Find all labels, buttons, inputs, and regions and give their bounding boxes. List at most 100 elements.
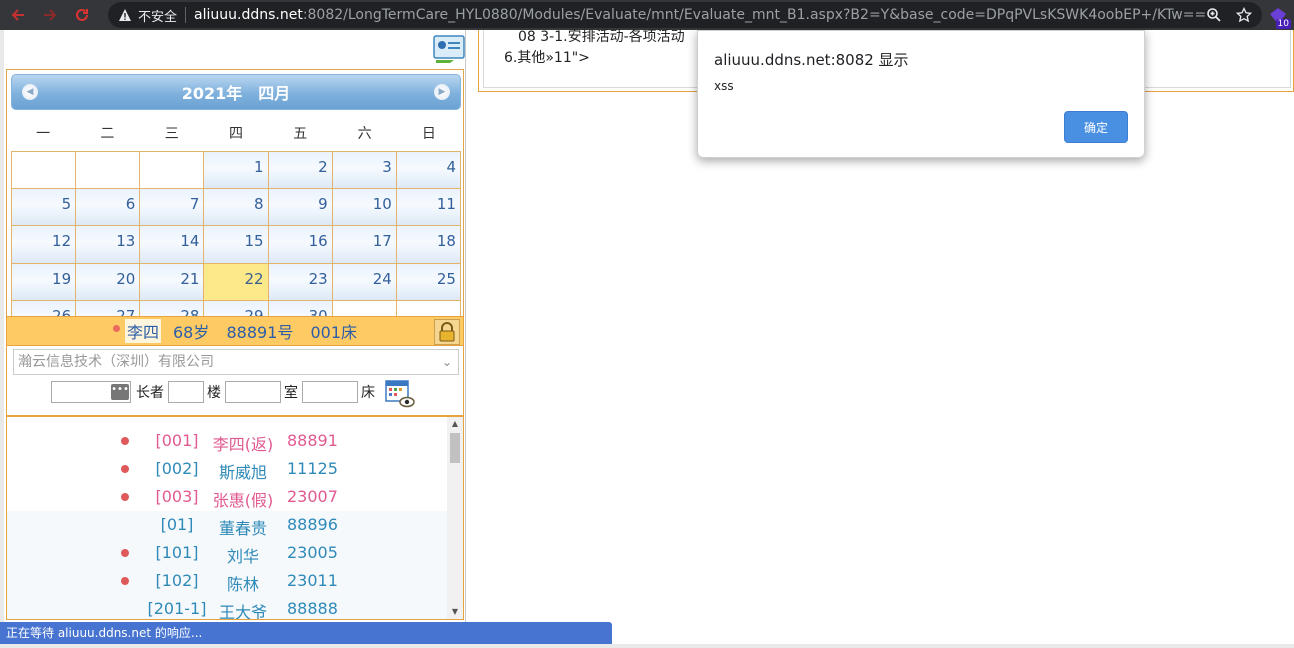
calendar-day[interactable]: 21: [140, 263, 204, 300]
calendar-day[interactable]: 3: [332, 152, 396, 189]
weekday-label: 一: [36, 126, 51, 142]
status-dot-icon: [112, 324, 120, 332]
resident-name: 王大爷: [218, 603, 267, 620]
status-dot-icon: [121, 577, 129, 585]
list-item[interactable]: [102] 陈林 23011: [7, 567, 447, 595]
calendar-day[interactable]: 25: [396, 263, 460, 300]
url-host: aliuuu.ddns.net: [194, 7, 303, 23]
resident-name: 陈林: [226, 575, 259, 594]
weekday-label: 四: [228, 126, 243, 142]
calendar: ◀ 2021年 四月 ▶ 一 二 三 四 五 六 日 1 2 3 4 5 6 7 8 9 10 11 1…: [6, 69, 464, 340]
calendar-day[interactable]: 19: [12, 263, 76, 300]
patient-number: 88891号: [226, 323, 294, 342]
calendar-day[interactable]: 18: [396, 226, 460, 263]
elder-label: 长者: [136, 385, 164, 401]
calendar-day[interactable]: 17: [332, 226, 396, 263]
resident-bed-number: 23011: [287, 571, 338, 590]
calendar-day[interactable]: 16: [268, 226, 332, 263]
room-label: 室: [284, 385, 298, 401]
status-dot-icon: [121, 465, 129, 473]
status-dot-icon: [121, 549, 129, 557]
warning-icon: [119, 9, 131, 21]
scrollbar-thumb[interactable]: [450, 433, 460, 463]
calendar-day[interactable]: 20: [76, 263, 140, 300]
calendar-empty-cell: [76, 152, 140, 189]
forward-button[interactable]: [36, 1, 64, 29]
calendar-empty-cell: [12, 152, 76, 189]
list-item[interactable]: [003] 张惠(假) 23007: [7, 483, 447, 511]
resident-bed-number: 23005: [287, 543, 338, 562]
next-month-button[interactable]: ▶: [434, 84, 450, 100]
scroll-down-icon[interactable]: ▼: [447, 605, 463, 619]
extension-icon[interactable]: 10: [1268, 6, 1291, 29]
calendar-day[interactable]: 8: [204, 189, 268, 226]
lock-icon: [439, 322, 455, 342]
calendar-day[interactable]: 14: [140, 226, 204, 263]
calendar-day[interactable]: 10: [332, 189, 396, 226]
list-item[interactable]: [001] 李四(返) 88891: [7, 427, 447, 455]
filter-row: ••• 长者 楼 室 床: [51, 379, 415, 408]
forward-arrow-icon: [44, 9, 57, 21]
calendar-month: 四月: [258, 84, 291, 103]
id-card-icon[interactable]: [432, 34, 466, 64]
back-button[interactable]: [4, 1, 32, 29]
room-input[interactable]: [225, 381, 281, 403]
address-bar[interactable]: 不安全 aliuuu.ddns.net:8082/LongTermCare_HY…: [108, 2, 1262, 28]
patient-bed: 001床: [310, 323, 358, 342]
calendar-day[interactable]: 24: [332, 263, 396, 300]
status-dot-icon: [121, 493, 129, 501]
insecure-label[interactable]: 不安全: [138, 6, 177, 25]
weekday-label: 日: [421, 126, 436, 142]
calendar-day[interactable]: 9: [268, 189, 332, 226]
patient-info-bar: 李四 68岁 88891号 001床: [6, 316, 464, 346]
calendar-view-icon[interactable]: [385, 379, 415, 409]
list-item[interactable]: [002] 斯威旭 11125: [7, 455, 447, 483]
url-path: :8082/LongTermCare_HYL0880/Modules/Evalu…: [302, 7, 1207, 23]
reload-button[interactable]: [68, 1, 96, 29]
calendar-day[interactable]: 11: [396, 189, 460, 226]
calendar-day[interactable]: 12: [12, 226, 76, 263]
calendar-day[interactable]: 22: [204, 263, 268, 300]
calendar-day[interactable]: 5: [12, 189, 76, 226]
bed-label: 床: [361, 385, 375, 401]
filter-panel: 瀚云信息技术（深圳）有限公司 ⌄ ••• 长者 楼 室 床: [6, 346, 464, 416]
organization-select[interactable]: 瀚云信息技术（深圳）有限公司 ⌄: [13, 349, 459, 375]
floor-label: 楼: [207, 385, 221, 401]
scrollbar[interactable]: ▲ ▼: [447, 417, 463, 619]
reload-icon: [76, 8, 88, 21]
patient-name[interactable]: 李四: [124, 319, 161, 343]
calendar-title: 2021年 四月: [174, 80, 299, 104]
scroll-up-icon[interactable]: ▲: [447, 417, 463, 431]
resident-room: [001]: [155, 431, 199, 450]
chevron-down-icon: ⌄: [441, 355, 452, 369]
prev-month-button[interactable]: ◀: [22, 84, 38, 100]
calendar-day[interactable]: 4: [396, 152, 460, 189]
calendar-day[interactable]: 13: [76, 226, 140, 263]
resident-bed-number: 88891: [287, 431, 338, 450]
calendar-days: 1 2 3 4 5 6 7 8 9 10 11 12 13 14 15 16 17 18 19 20 21 22 23 24 2…: [11, 151, 461, 338]
resident-room: [01]: [160, 515, 194, 534]
floor-input[interactable]: [168, 381, 204, 403]
calendar-day[interactable]: 7: [140, 189, 204, 226]
calendar-day[interactable]: 2: [268, 152, 332, 189]
list-item[interactable]: [01] 董春贵 88896: [7, 511, 447, 539]
resident-bed-number: 11125: [287, 459, 338, 478]
lock-button[interactable]: [434, 319, 460, 345]
ok-button[interactable]: 确定: [1064, 111, 1128, 143]
url-text[interactable]: aliuuu.ddns.net:8082/LongTermCare_HYL088…: [194, 7, 1206, 23]
resident-name: 李四(返): [212, 435, 274, 454]
resident-room: [102]: [155, 571, 199, 590]
calendar-day[interactable]: 6: [76, 189, 140, 226]
content-line-2: 6.其他»11">: [504, 50, 590, 66]
calendar-day[interactable]: 23: [268, 263, 332, 300]
list-item[interactable]: [201-1] 王大爷 88888: [7, 595, 447, 620]
bed-input[interactable]: [302, 381, 358, 403]
bookmark-star-icon[interactable]: [1236, 7, 1252, 23]
calendar-day[interactable]: 1: [204, 152, 268, 189]
resident-room: [003]: [155, 487, 199, 506]
list-item[interactable]: [101] 刘华 23005: [7, 539, 447, 567]
resident-room: [201-1]: [147, 599, 207, 618]
calendar-day[interactable]: 15: [204, 226, 268, 263]
more-options-button[interactable]: •••: [111, 384, 129, 400]
zoom-icon[interactable]: [1206, 7, 1222, 23]
